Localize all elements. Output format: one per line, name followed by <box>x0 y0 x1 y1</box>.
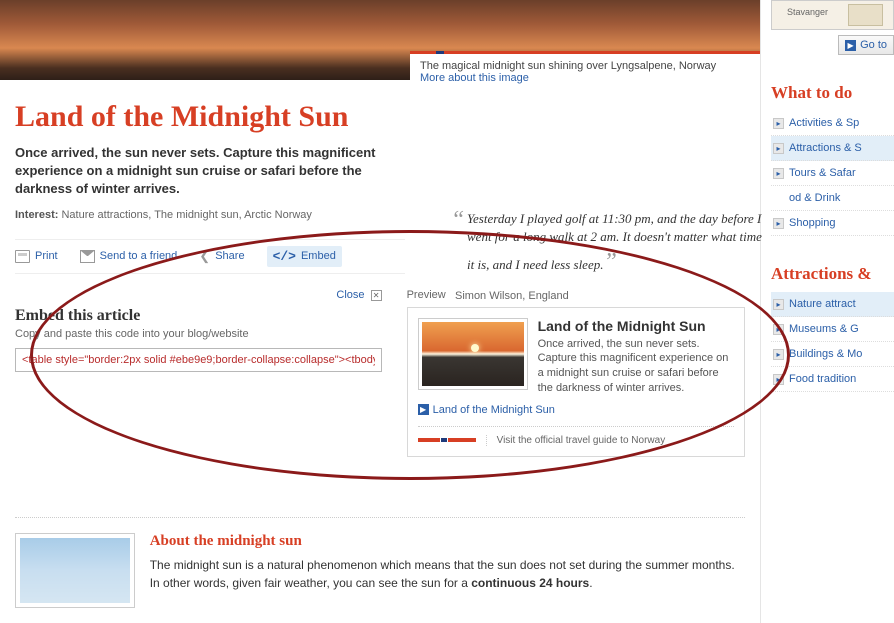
arrow-icon: ▸ <box>773 299 784 310</box>
sidebar-item[interactable]: ▸Shopping <box>771 211 894 236</box>
print-button[interactable]: Print <box>15 250 58 263</box>
embed-title: Embed this article <box>15 307 382 325</box>
print-icon <box>15 250 30 263</box>
flag-bars-small <box>418 438 476 442</box>
whattodo-list: ▸Activities & Sp ▸Attractions & S ▸Tours… <box>771 111 894 236</box>
whattodo-heading: What to do <box>771 83 894 103</box>
preview-box: Land of the Midnight Sun Once arrived, t… <box>407 307 745 457</box>
arrow-icon: ▶ <box>418 404 429 415</box>
preview-label: Preview <box>407 289 745 301</box>
lead-paragraph: Once arrived, the sun never sets. Captur… <box>15 144 405 199</box>
close-label: Close <box>336 289 364 301</box>
attractions-heading: Attractions & <box>771 264 894 284</box>
goto-button[interactable]: ▶ Go to <box>838 35 894 55</box>
arrow-icon: ▸ <box>773 218 784 229</box>
preview-link-label: Land of the Midnight Sun <box>433 404 555 416</box>
arrow-icon: ▶ <box>845 40 856 51</box>
hero-image: The magical midnight sun shining over Ly… <box>0 0 760 80</box>
arrow-icon: ▸ <box>773 324 784 335</box>
sidebar-item[interactable]: ▸Nature attract <box>771 292 894 317</box>
about-heading: About the midnight sun <box>150 533 745 550</box>
sidebar-item[interactable]: ▸Museums & G <box>771 317 894 342</box>
embed-label: Embed <box>301 250 336 262</box>
sidebar-item[interactable]: ▸Attractions & S <box>771 136 894 161</box>
send-label: Send to a friend <box>100 250 178 262</box>
attractions-list: ▸Nature attract ▸Museums & G ▸Buildings … <box>771 292 894 392</box>
interest-value: Nature attractions, The midnight sun, Ar… <box>61 209 311 221</box>
arrow-icon: ▸ <box>773 168 784 179</box>
more-about-image-link[interactable]: More about this image <box>420 72 529 84</box>
preview-image <box>418 318 528 390</box>
mini-map[interactable]: Stavanger <box>771 0 894 30</box>
embed-close-button[interactable]: Close ✕ <box>15 289 382 301</box>
quote-text: Yesterday I played golf at 11:30 pm, and… <box>455 210 765 280</box>
sidebar-item[interactable]: ▸Food tradition <box>771 367 894 392</box>
share-button[interactable]: ❮ Share <box>199 248 244 264</box>
about-section: About the midnight sun The midnight sun … <box>15 517 745 608</box>
sidebar-item[interactable]: ▸Buildings & Mo <box>771 342 894 367</box>
preview-footer-text: Visit the official travel guide to Norwa… <box>486 435 666 446</box>
interest-line: Interest: Nature attractions, The midnig… <box>15 209 405 221</box>
sidebar-item[interactable]: ▸od & Drink <box>771 186 894 211</box>
about-image <box>15 533 135 608</box>
preview-desc: Once arrived, the sun never sets. Captur… <box>538 337 734 396</box>
send-friend-button[interactable]: Send to a friend <box>80 250 178 263</box>
embed-button[interactable]: </> Embed <box>267 246 342 267</box>
close-icon: ✕ <box>371 290 382 301</box>
arrow-icon: ▸ <box>773 118 784 129</box>
flag-bars <box>410 51 480 54</box>
arrow-icon: ▸ <box>773 374 784 385</box>
about-text: The midnight sun is a natural phenomenon… <box>150 556 745 592</box>
embed-subtitle: Copy and paste this code into your blog/… <box>15 328 382 340</box>
mail-icon <box>80 250 95 263</box>
print-label: Print <box>35 250 58 262</box>
page-title: Land of the Midnight Sun <box>15 100 745 134</box>
goto-label: Go to <box>860 39 887 51</box>
hero-caption-text: The magical midnight sun shining over Ly… <box>420 60 716 72</box>
interest-label: Interest: <box>15 209 58 221</box>
share-icon: ❮ <box>199 248 210 264</box>
embed-icon: </> <box>273 249 296 264</box>
preview-title: Land of the Midnight Sun <box>538 318 734 334</box>
arrow-icon: ▸ <box>773 143 784 154</box>
map-shape <box>848 4 883 26</box>
share-label: Share <box>215 250 244 262</box>
sidebar-item[interactable]: ▸Activities & Sp <box>771 111 894 136</box>
arrow-icon: ▸ <box>773 349 784 360</box>
sidebar-item[interactable]: ▸Tours & Safar <box>771 161 894 186</box>
embed-panel: Close ✕ Embed this article Copy and past… <box>15 289 745 457</box>
embed-code-input[interactable] <box>15 348 382 372</box>
action-bar: Print Send to a friend ❮ Share </> Embed <box>15 239 405 274</box>
map-city-label: Stavanger <box>787 7 828 17</box>
preview-link[interactable]: ▶ Land of the Midnight Sun <box>418 404 734 416</box>
hero-caption: The magical midnight sun shining over Ly… <box>410 51 760 90</box>
